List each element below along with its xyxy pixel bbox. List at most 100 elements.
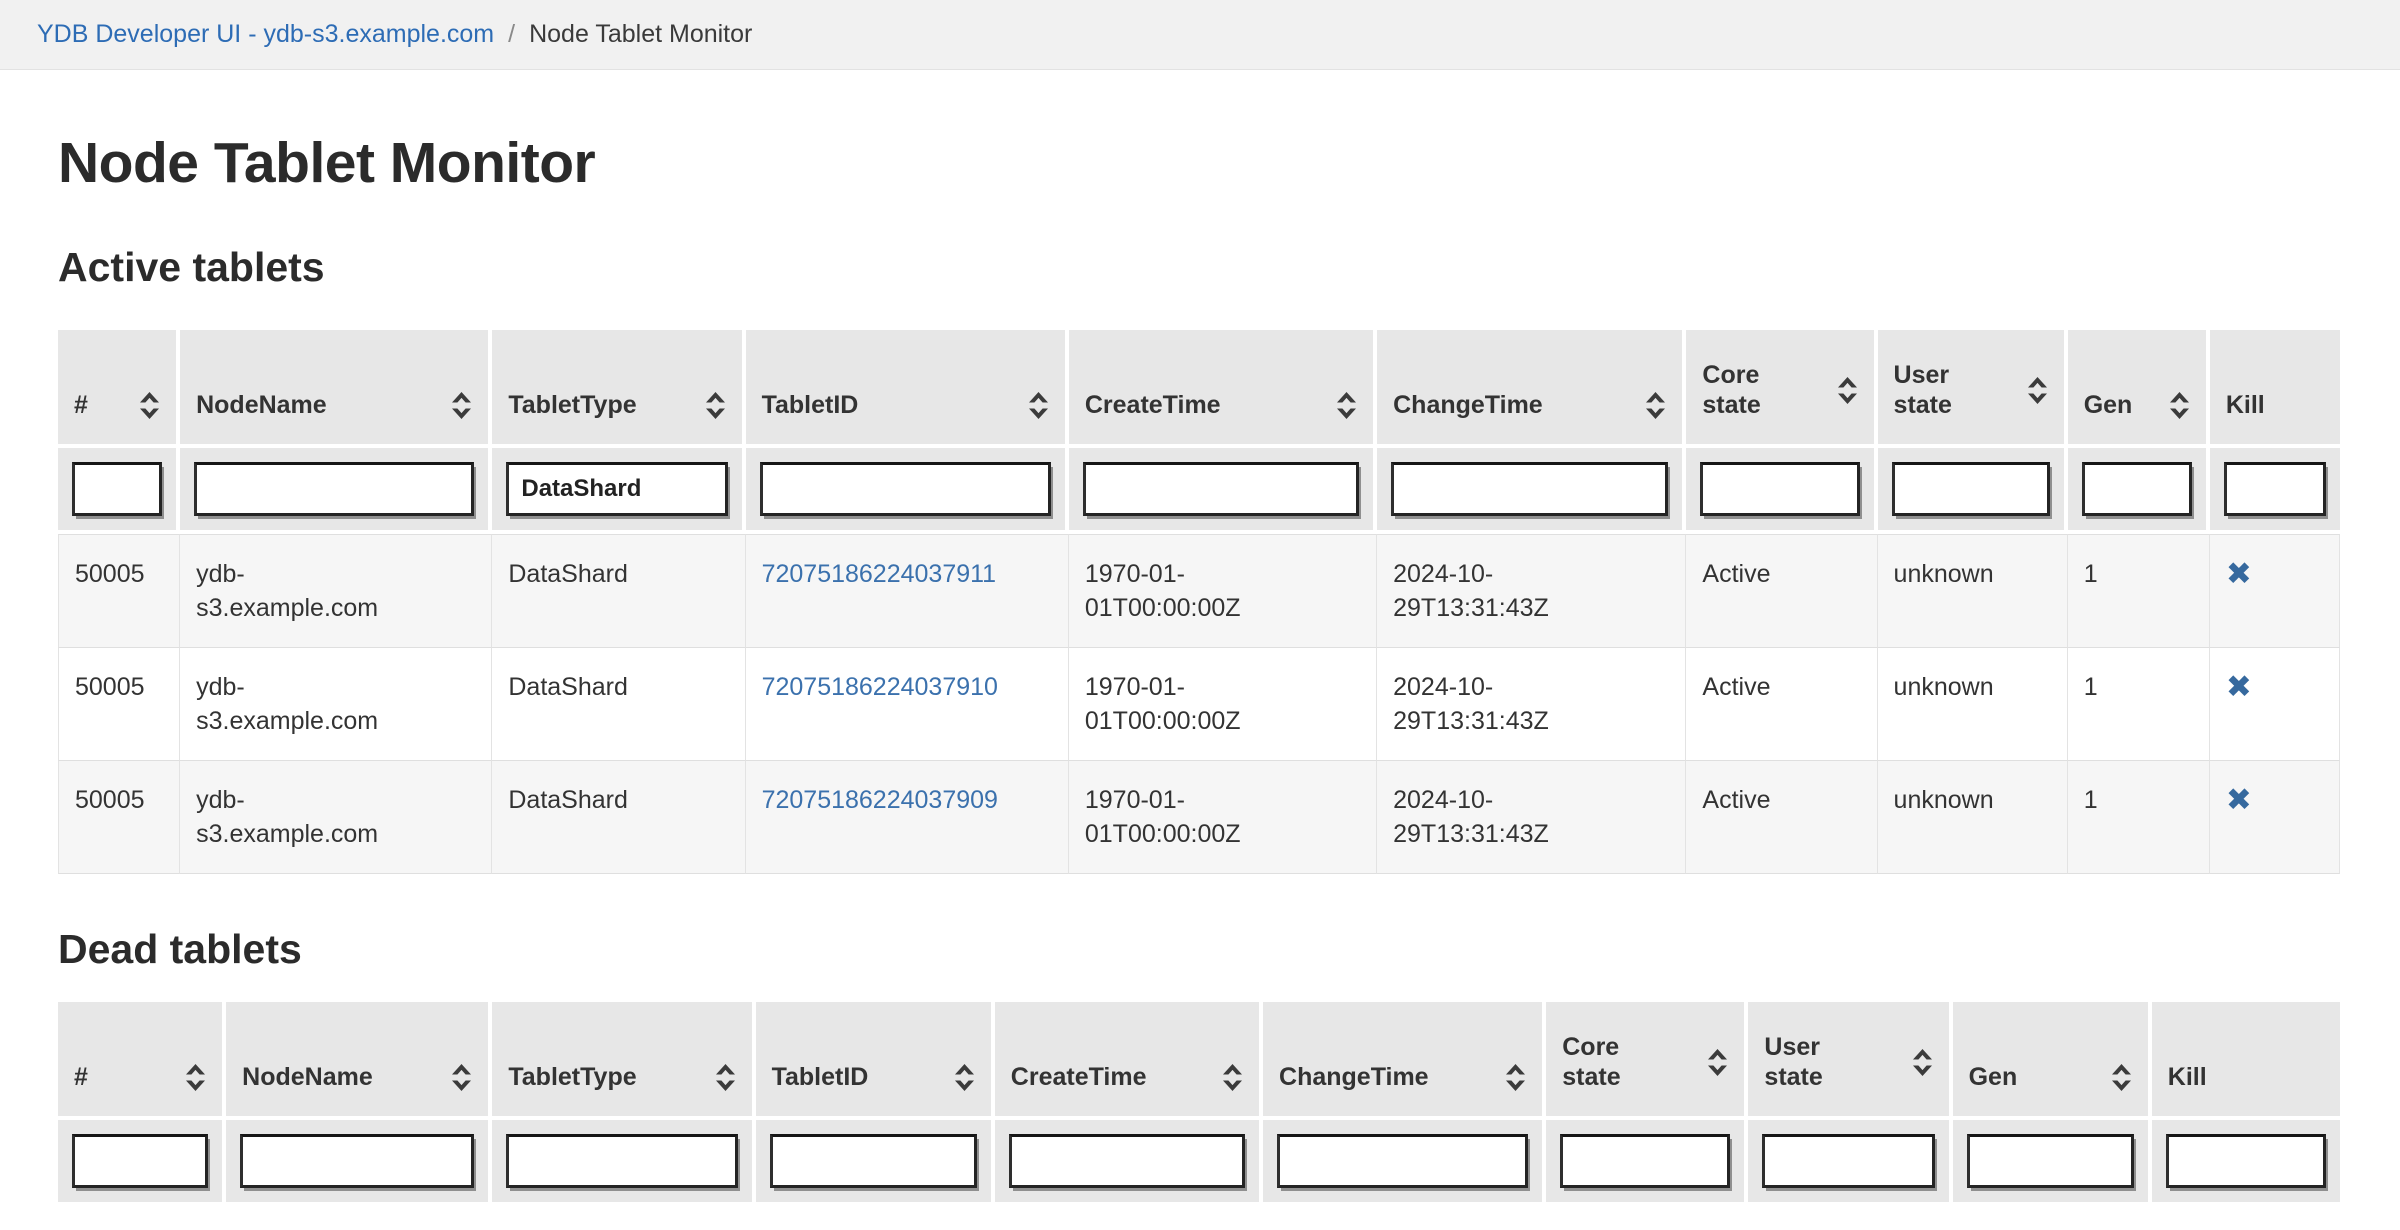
sort-icon[interactable] bbox=[715, 1063, 736, 1092]
filter-input-kill[interactable] bbox=[2166, 1134, 2326, 1188]
cell-changetime: 2024-10-29T13:31:43Z bbox=[1377, 534, 1686, 647]
page-title: Node Tablet Monitor bbox=[58, 130, 2340, 196]
filter-input-gen[interactable] bbox=[1967, 1134, 2134, 1188]
filter-input-changetime[interactable] bbox=[1391, 462, 1668, 516]
filter-input-nodename[interactable] bbox=[194, 462, 474, 516]
column-header-userstate[interactable]: User state bbox=[1748, 1002, 1952, 1120]
column-header-number[interactable]: # bbox=[58, 1002, 226, 1120]
filter-input-createtime[interactable] bbox=[1009, 1134, 1245, 1188]
column-header-corestate[interactable]: Core state bbox=[1686, 330, 1877, 448]
breadcrumb-separator: / bbox=[508, 20, 515, 49]
active-tablets-section: Active tablets # NodeName bbox=[58, 242, 2340, 874]
table-row: 50005 ydb-s3.example.com DataShard 72075… bbox=[58, 760, 2340, 874]
sort-icon[interactable] bbox=[1028, 391, 1049, 420]
cell-tablettype: DataShard bbox=[492, 760, 745, 874]
column-header-changetime[interactable]: ChangeTime bbox=[1263, 1002, 1546, 1120]
filter-input-tabletid[interactable] bbox=[770, 1134, 977, 1188]
dead-header-row: # NodeName TabletType TabletID bbox=[58, 1002, 2340, 1120]
sort-icon[interactable] bbox=[1645, 391, 1666, 420]
tablet-id-link[interactable]: 72075186224037911 bbox=[762, 560, 997, 588]
cell-tabletid: 72075186224037909 bbox=[746, 760, 1069, 874]
cell-kill: ✖ bbox=[2210, 534, 2340, 647]
cell-nodename: ydb-s3.example.com bbox=[180, 647, 492, 760]
sort-icon[interactable] bbox=[451, 1063, 472, 1092]
filter-input-userstate[interactable] bbox=[1892, 462, 2050, 516]
active-filter-row bbox=[58, 448, 2340, 534]
sort-icon[interactable] bbox=[2027, 376, 2048, 405]
column-header-createtime[interactable]: CreateTime bbox=[995, 1002, 1263, 1120]
cell-gen: 1 bbox=[2068, 647, 2210, 760]
cell-createtime: 1970-01-01T00:00:00Z bbox=[1069, 760, 1377, 874]
filter-input-kill[interactable] bbox=[2224, 462, 2326, 516]
cell-tablettype: DataShard bbox=[492, 647, 745, 760]
filter-input-tablettype[interactable] bbox=[506, 462, 727, 516]
sort-icon[interactable] bbox=[1222, 1063, 1243, 1092]
cell-nodename: ydb-s3.example.com bbox=[180, 760, 492, 874]
cell-userstate: unknown bbox=[1878, 647, 2068, 760]
column-header-nodename[interactable]: NodeName bbox=[180, 330, 492, 448]
sort-icon[interactable] bbox=[2169, 391, 2190, 420]
sort-icon[interactable] bbox=[954, 1063, 975, 1092]
filter-input-nodename[interactable] bbox=[240, 1134, 474, 1188]
filter-input-tablettype[interactable] bbox=[506, 1134, 737, 1188]
column-header-gen[interactable]: Gen bbox=[2068, 330, 2210, 448]
dead-tablets-heading: Dead tablets bbox=[58, 924, 2340, 974]
cell-corestate: Active bbox=[1686, 647, 1877, 760]
cell-kill: ✖ bbox=[2210, 760, 2340, 874]
tablet-id-link[interactable]: 72075186224037909 bbox=[762, 786, 998, 814]
cell-changetime: 2024-10-29T13:31:43Z bbox=[1377, 647, 1686, 760]
column-header-kill: Kill bbox=[2152, 1002, 2340, 1120]
cell-userstate: unknown bbox=[1878, 760, 2068, 874]
cell-tabletid: 72075186224037910 bbox=[746, 647, 1069, 760]
filter-input-corestate[interactable] bbox=[1700, 462, 1859, 516]
active-header-row: # NodeName TabletType TabletID bbox=[58, 330, 2340, 448]
cell-number: 50005 bbox=[58, 647, 180, 760]
sort-icon[interactable] bbox=[139, 391, 160, 420]
sort-icon[interactable] bbox=[1505, 1063, 1526, 1092]
sort-icon[interactable] bbox=[1336, 391, 1357, 420]
sort-icon[interactable] bbox=[451, 391, 472, 420]
sort-icon[interactable] bbox=[1837, 376, 1858, 405]
filter-input-changetime[interactable] bbox=[1277, 1134, 1528, 1188]
breadcrumb-root-link[interactable]: YDB Developer UI - ydb-s3.example.com bbox=[37, 20, 494, 49]
column-header-number[interactable]: # bbox=[58, 330, 180, 448]
sort-icon[interactable] bbox=[185, 1063, 206, 1092]
kill-tablet-button[interactable]: ✖ bbox=[2226, 670, 2252, 704]
column-header-changetime[interactable]: ChangeTime bbox=[1377, 330, 1686, 448]
cell-number: 50005 bbox=[58, 534, 180, 647]
column-header-createtime[interactable]: CreateTime bbox=[1069, 330, 1377, 448]
filter-input-corestate[interactable] bbox=[1560, 1134, 1730, 1188]
sort-icon[interactable] bbox=[1912, 1048, 1933, 1077]
filter-input-createtime[interactable] bbox=[1083, 462, 1359, 516]
cell-number: 50005 bbox=[58, 760, 180, 874]
column-header-tablettype[interactable]: TabletType bbox=[492, 330, 745, 448]
column-header-tabletid[interactable]: TabletID bbox=[746, 330, 1069, 448]
filter-input-userstate[interactable] bbox=[1762, 1134, 1934, 1188]
column-header-gen[interactable]: Gen bbox=[1953, 1002, 2152, 1120]
filter-input-number[interactable] bbox=[72, 462, 162, 516]
filter-input-tabletid[interactable] bbox=[760, 462, 1051, 516]
table-row: 50005 ydb-s3.example.com DataShard 72075… bbox=[58, 534, 2340, 647]
sort-icon[interactable] bbox=[2111, 1063, 2132, 1092]
cell-nodename: ydb-s3.example.com bbox=[180, 534, 492, 647]
sort-icon[interactable] bbox=[705, 391, 726, 420]
tablet-id-link[interactable]: 72075186224037910 bbox=[762, 673, 998, 701]
column-header-tabletid[interactable]: TabletID bbox=[756, 1002, 995, 1120]
column-header-corestate[interactable]: Core state bbox=[1546, 1002, 1748, 1120]
filter-input-number[interactable] bbox=[72, 1134, 208, 1188]
kill-tablet-button[interactable]: ✖ bbox=[2226, 557, 2252, 591]
column-header-userstate[interactable]: User state bbox=[1878, 330, 2068, 448]
column-header-tablettype[interactable]: TabletType bbox=[492, 1002, 755, 1120]
sort-icon[interactable] bbox=[1707, 1048, 1728, 1077]
filter-input-gen[interactable] bbox=[2082, 462, 2192, 516]
cell-kill: ✖ bbox=[2210, 647, 2340, 760]
cell-corestate: Active bbox=[1686, 534, 1877, 647]
cell-tabletid: 72075186224037911 bbox=[746, 534, 1069, 647]
breadcrumb-current: Node Tablet Monitor bbox=[529, 20, 752, 49]
cell-changetime: 2024-10-29T13:31:43Z bbox=[1377, 760, 1686, 874]
main-content: Node Tablet Monitor Active tablets # Nod… bbox=[58, 130, 2340, 1206]
column-header-kill: Kill bbox=[2210, 330, 2340, 448]
active-tablets-heading: Active tablets bbox=[58, 242, 2340, 292]
kill-tablet-button[interactable]: ✖ bbox=[2226, 783, 2252, 817]
column-header-nodename[interactable]: NodeName bbox=[226, 1002, 492, 1120]
